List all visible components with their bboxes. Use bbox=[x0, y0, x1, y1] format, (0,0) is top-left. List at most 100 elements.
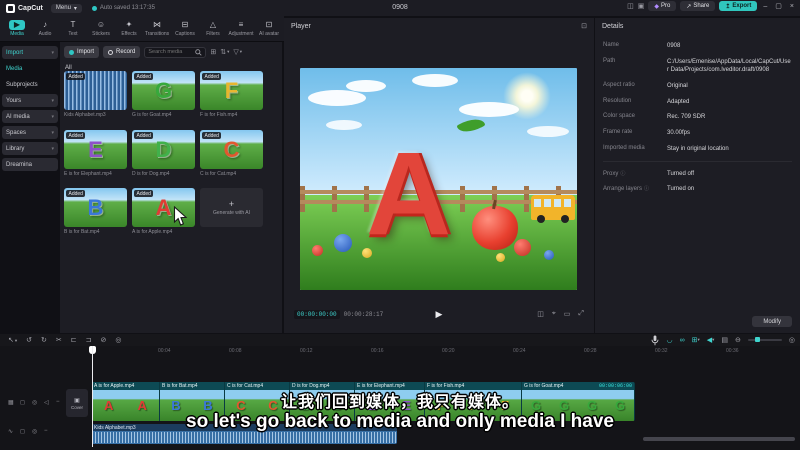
tab-audio[interactable]: ♪ Audio bbox=[31, 20, 59, 37]
sound-settings-icon[interactable]: ◀ ▾ bbox=[707, 336, 715, 344]
maximize-button[interactable]: ▢ bbox=[773, 2, 784, 10]
grid-view-icon[interactable]: ⊞ bbox=[210, 48, 216, 56]
magnetic-snap-icon[interactable]: ◡ bbox=[666, 336, 672, 344]
clip-b-bat[interactable]: B is for Bat.mp4 BB bbox=[160, 382, 225, 421]
search-input[interactable] bbox=[148, 49, 194, 55]
delete-right-icon[interactable]: ⊐ bbox=[86, 336, 92, 344]
chevron-down-icon: ▾ bbox=[227, 49, 230, 54]
added-badge: Added bbox=[134, 190, 154, 197]
sidebar-item-yours[interactable]: Yours ▾ bbox=[2, 94, 58, 107]
video-track-hide-icon[interactable]: ◎ bbox=[32, 399, 37, 406]
video-track-collapse-icon[interactable]: − bbox=[56, 399, 60, 405]
modify-button[interactable]: Modify bbox=[752, 316, 792, 327]
clip-a-apple[interactable]: A is for Apple.mp4 AA bbox=[92, 382, 160, 421]
timeline-ruler[interactable]: 00:04 00:08 00:12 00:16 00:20 00:24 00:2… bbox=[0, 346, 800, 356]
clip-c-cat[interactable]: C is for Cat.mp4 CC bbox=[225, 382, 290, 421]
tab-transitions[interactable]: ⋈ Transitions bbox=[143, 20, 171, 37]
timeline-zoom-slider[interactable] bbox=[747, 337, 782, 342]
freeze-frame-icon[interactable]: ◎ bbox=[115, 336, 121, 344]
video-track-lock-icon[interactable]: ◻ bbox=[20, 399, 25, 406]
split-icon[interactable]: ✂ bbox=[56, 336, 62, 344]
sidebar-item-ai-media[interactable]: AI media ▾ bbox=[2, 110, 58, 123]
menu-button[interactable]: Menu ▾ bbox=[50, 3, 82, 13]
timeline-area[interactable]: 00:04 00:08 00:12 00:16 00:20 00:24 00:2… bbox=[0, 346, 800, 450]
preview-axis-icon[interactable]: ⊞ ▾ bbox=[692, 336, 700, 344]
sidebar-item-media[interactable]: Media bbox=[2, 62, 58, 75]
detail-row-resolution: Resolution Adapted bbox=[603, 97, 690, 105]
tab-media[interactable]: ▶ Media bbox=[3, 20, 31, 37]
media-item-f-fish[interactable]: F Added F is for Fish.mp4 bbox=[200, 71, 263, 118]
chevron-down-icon: ▾ bbox=[51, 97, 54, 104]
clip-e-elephant[interactable]: E is for Elephant.mp4 EE bbox=[355, 382, 425, 421]
audio-track-wave-icon[interactable]: ∿ bbox=[8, 428, 13, 435]
tab-adjustment[interactable]: ≡ Adjustment bbox=[227, 20, 255, 37]
pro-button[interactable]: ◆ Pro bbox=[648, 1, 677, 11]
select-tool-icon[interactable]: ↖▾ bbox=[8, 336, 17, 344]
fit-timeline-icon[interactable]: ◎ bbox=[789, 336, 795, 344]
clip-d-dog[interactable]: D is for Dog.mp4 DD bbox=[290, 382, 355, 421]
video-track-mute-icon[interactable]: ◁ bbox=[44, 399, 49, 406]
media-item-kids-alphabet[interactable]: Added Kids Alphabet.mp3 bbox=[64, 71, 127, 118]
export-button[interactable]: ↥ Export bbox=[719, 1, 758, 11]
panel-layout-icon[interactable]: ▣ bbox=[638, 2, 645, 10]
detail-row-arrange-layers: Arrange layers ⓘ Turned on bbox=[603, 186, 695, 193]
close-button[interactable]: × bbox=[788, 3, 796, 10]
share-button[interactable]: ↗ Share bbox=[680, 1, 716, 11]
filter-icon[interactable]: ▽ ▾ bbox=[233, 48, 242, 56]
voiceover-mic-icon[interactable] bbox=[651, 335, 659, 346]
tab-ai-avatar[interactable]: ⊡ AI avatar bbox=[255, 20, 283, 37]
undo-icon[interactable]: ↺ bbox=[26, 336, 32, 344]
tab-captions[interactable]: ⊟ Captions bbox=[171, 20, 199, 37]
sidebar-item-dreamina[interactable]: Dreamina bbox=[2, 158, 58, 171]
redo-icon[interactable]: ↻ bbox=[41, 336, 47, 344]
delete-icon[interactable]: ⊘ bbox=[101, 336, 107, 344]
divider bbox=[603, 160, 792, 162]
tab-stickers[interactable]: ☺ Stickers bbox=[87, 20, 115, 37]
expand-panel-icon[interactable]: ⊡ bbox=[581, 22, 587, 30]
mirror-preview-icon[interactable]: ◫ bbox=[537, 310, 544, 318]
cover-button[interactable]: ▣ Cover bbox=[66, 389, 88, 417]
tab-text[interactable]: T Text bbox=[59, 20, 87, 37]
audio-track-lock-icon[interactable]: ◻ bbox=[20, 428, 25, 435]
media-item-b-bat[interactable]: B Added B is for Bat.mp4 bbox=[64, 188, 127, 235]
transitions-icon: ⋈ bbox=[153, 20, 161, 29]
video-track-options-icon[interactable]: ▦ bbox=[8, 399, 14, 406]
clip-f-fish[interactable]: F is for Fish.mp4 FFF bbox=[425, 382, 522, 421]
import-icon bbox=[69, 49, 74, 55]
resolution-icon[interactable]: ▭ bbox=[564, 310, 571, 318]
frame-preview-icon[interactable]: ▤ bbox=[721, 336, 728, 344]
sidebar-item-subprojects[interactable]: Subprojects bbox=[2, 78, 58, 91]
audio-track-clip[interactable]: Kids Alphabet.mp3 bbox=[92, 424, 397, 444]
export-label: Export bbox=[732, 3, 752, 9]
record-button[interactable]: Record bbox=[103, 46, 141, 58]
search-box[interactable] bbox=[144, 46, 207, 58]
details-title: Details bbox=[602, 22, 624, 30]
zoom-slider-handle[interactable] bbox=[754, 337, 760, 342]
minimize-button[interactable]: – bbox=[761, 3, 769, 10]
media-item-e-elephant[interactable]: E Added E is for Elephant.mp4 bbox=[64, 130, 127, 177]
preview-quality-icon[interactable]: ⌖ bbox=[552, 310, 556, 318]
media-item-name: Kids Alphabet.mp3 bbox=[64, 112, 106, 118]
timeline-horizontal-scrollbar[interactable] bbox=[643, 437, 795, 441]
video-preview[interactable]: A bbox=[300, 68, 577, 290]
import-button[interactable]: Import bbox=[64, 46, 100, 58]
audio-track-collapse-icon[interactable]: − bbox=[44, 428, 48, 434]
clip-g-goat[interactable]: G is for Goat.mp4 00:00:06:00 GGGG bbox=[522, 382, 635, 421]
media-item-d-dog[interactable]: D Added D is for Dog.mp4 bbox=[132, 130, 195, 177]
media-item-g-goat[interactable]: G Added G is for Goat.mp4 bbox=[132, 71, 195, 118]
auto-link-icon[interactable]: ∞ bbox=[680, 337, 685, 344]
sidebar-item-import[interactable]: Import ▾ bbox=[2, 46, 58, 59]
sidebar-item-spaces[interactable]: Spaces ▾ bbox=[2, 126, 58, 139]
tab-filters[interactable]: △ Filters bbox=[199, 20, 227, 37]
tab-effects[interactable]: ✦ Effects bbox=[115, 20, 143, 37]
generate-with-ai-button[interactable]: + Generate with AI bbox=[200, 188, 263, 227]
sidebar-item-library[interactable]: Library ▾ bbox=[2, 142, 58, 155]
layout-toggle-icon[interactable]: ◫ bbox=[627, 2, 634, 10]
zoom-out-icon[interactable]: ⊖ bbox=[735, 336, 741, 344]
sort-icon[interactable]: ⇅ ▾ bbox=[220, 48, 229, 56]
delete-left-icon[interactable]: ⊏ bbox=[71, 336, 77, 344]
video-track[interactable]: A is for Apple.mp4 AA B is for Bat.mp4 B… bbox=[92, 382, 635, 421]
media-item-c-cat[interactable]: C Added C is for Cat.mp4 bbox=[200, 130, 263, 177]
audio-track-mute-icon[interactable]: ◎ bbox=[32, 428, 37, 435]
fullscreen-icon[interactable]: ⤢ bbox=[578, 310, 584, 318]
